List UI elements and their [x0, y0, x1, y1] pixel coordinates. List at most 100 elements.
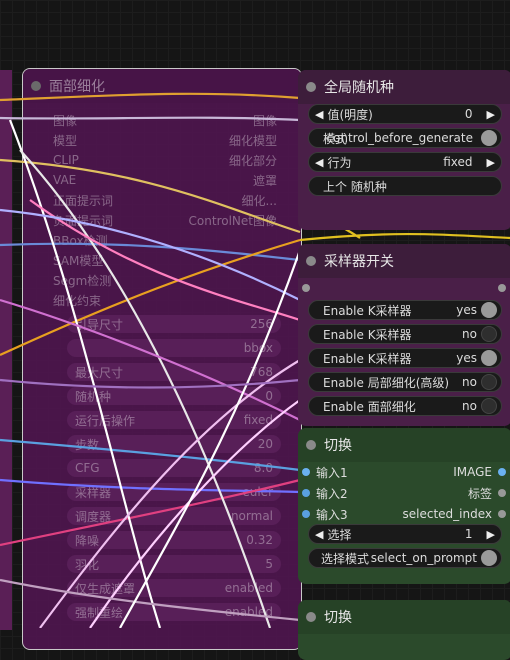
widget-label: CFG: [75, 461, 100, 475]
widget-value: euler: [242, 485, 273, 499]
select-widget[interactable]: ◀ 选择 1 ▶: [308, 524, 502, 544]
toggle-icon[interactable]: [481, 326, 497, 342]
toggle-icon[interactable]: [481, 550, 497, 566]
increment-arrow-icon[interactable]: ▶: [487, 108, 501, 121]
output-slot-icon[interactable]: [498, 510, 506, 518]
sampler-toggle-widget[interactable]: Enable K采样器 yes: [308, 300, 502, 320]
switch-slot-row: 输入3 selected_index: [298, 504, 510, 524]
face-detailer-widget[interactable]: 随机种 0: [67, 387, 281, 405]
face-detailer-widget[interactable]: 羽化 5: [67, 555, 281, 573]
toggle-icon[interactable]: [481, 398, 497, 414]
switch-2-title: 切换: [324, 610, 352, 626]
widget-value: enabled: [224, 605, 273, 619]
output-label: 细化模型: [228, 133, 277, 148]
face-detailer-input-row[interactable]: 模型 细化模型: [53, 131, 277, 149]
switch-node-2[interactable]: 切换: [298, 600, 510, 660]
sampler-switch-title-bar[interactable]: 采样器开关: [298, 244, 510, 278]
global-seed-node[interactable]: 全局随机种 ◀ 值(明度) 0 ▶ 模式 control_before_gene…: [298, 70, 510, 230]
sampler-toggle-widget[interactable]: Enable K采样器 yes: [308, 348, 502, 368]
seed-action-widget[interactable]: ◀ 行为 fixed ▶: [308, 152, 502, 172]
face-detailer-input-row[interactable]: VAE 遮罩: [53, 171, 277, 189]
input-label: 正面提示词: [53, 193, 114, 208]
select-mode-widget[interactable]: 选择模式 select_on_prompt: [308, 548, 502, 568]
face-detailer-widget[interactable]: 引导尺寸 256: [67, 315, 281, 333]
widget-label: 降噪: [75, 533, 100, 548]
face-detailer-widget[interactable]: 运行后操作 fixed: [67, 411, 281, 429]
input-label: 负面提示词: [53, 213, 114, 228]
switch-input-label: 输入2: [316, 486, 348, 501]
previous-seed-button[interactable]: 上个 随机种: [308, 176, 502, 196]
select-label: 选择: [327, 527, 352, 542]
collapse-dot-icon[interactable]: [31, 81, 41, 91]
widget-label: 运行后操作: [75, 413, 136, 428]
face-detailer-input-row[interactable]: 正面提示词 细化...: [53, 191, 277, 209]
global-seed-title: 全局随机种: [324, 80, 394, 96]
face-detailer-input-row[interactable]: Segm检测: [53, 271, 277, 289]
face-detailer-widget[interactable]: 降噪 0.32: [67, 531, 281, 549]
face-detailer-input-row[interactable]: 负面提示词 ControlNet图像: [53, 211, 277, 229]
face-detailer-widget[interactable]: 调度器 normal: [67, 507, 281, 525]
switch-output-label: 标签: [467, 486, 492, 501]
decrement-arrow-icon[interactable]: ◀: [309, 108, 323, 121]
toggle-label: Enable 面部细化: [323, 399, 416, 414]
input-slot-icon[interactable]: [302, 510, 310, 518]
switch-title-bar[interactable]: 切换: [298, 428, 510, 462]
input-slot-icon[interactable]: [302, 468, 310, 476]
output-label: 细化部分: [228, 153, 277, 168]
face-detailer-input-row[interactable]: 图像 图像: [53, 111, 277, 129]
seed-value-widget[interactable]: ◀ 值(明度) 0 ▶: [308, 104, 502, 124]
widget-label: 最大尺寸: [75, 365, 124, 380]
widget-value: 256: [250, 317, 273, 331]
widget-label: 随机种: [75, 389, 112, 404]
face-detailer-widget[interactable]: 强制重绘 enabled: [67, 603, 281, 621]
face-detailer-widget[interactable]: 步数 20: [67, 435, 281, 453]
face-detailer-input-row[interactable]: CLIP 细化部分: [53, 151, 277, 169]
toggle-icon[interactable]: [481, 374, 497, 390]
face-detailer-widget[interactable]: CFG 8.0: [67, 459, 281, 477]
toggle-icon[interactable]: [481, 350, 497, 366]
increment-arrow-icon[interactable]: ▶: [487, 528, 501, 541]
switch-output-label: IMAGE: [453, 465, 492, 479]
sampler-switch-node[interactable]: 采样器开关 Enable K采样器 yes Enable K采样器 no Enable …: [298, 244, 510, 426]
toggle-label: Enable K采样器: [323, 327, 412, 342]
input-slot-icon[interactable]: [302, 489, 310, 497]
seed-control-value: control_before_generate: [326, 131, 473, 145]
increment-arrow-icon[interactable]: ▶: [487, 156, 501, 169]
collapse-dot-icon[interactable]: [306, 82, 316, 92]
output-slot-icon[interactable]: [498, 489, 506, 497]
input-label: 图像: [53, 113, 78, 128]
collapse-dot-icon[interactable]: [306, 612, 316, 622]
switch-node[interactable]: 切换 输入1 IMAGE 输入2 标签 输入3 selected_index ◀ 选择 1…: [298, 428, 510, 584]
face-detailer-widget[interactable]: 采样器 euler: [67, 483, 281, 501]
collapse-dot-icon[interactable]: [306, 256, 316, 266]
collapse-dot-icon[interactable]: [306, 440, 316, 450]
output-label: 遮罩: [252, 173, 277, 188]
sampler-toggle-widget[interactable]: Enable 局部细化(高级) no: [308, 372, 502, 392]
seed-control-widget[interactable]: 模式 control_before_generate: [308, 128, 502, 148]
face-detailer-node[interactable]: 面部细化 图像 图像模型 细化模型 CLIP 细化部分 VAE 遮罩正面提示词 细化... 负面…: [22, 68, 302, 650]
face-detailer-input-row[interactable]: SAM模型: [53, 251, 277, 269]
output-slot-icon[interactable]: [498, 468, 506, 476]
input-slot-icon[interactable]: [302, 284, 310, 292]
widget-value: 0: [265, 389, 273, 403]
seed-action-label: 行为: [327, 155, 352, 170]
sampler-toggle-widget[interactable]: Enable K采样器 no: [308, 324, 502, 344]
face-detailer-widget[interactable]: bbox: [67, 339, 281, 357]
face-detailer-widget[interactable]: 最大尺寸 768: [67, 363, 281, 381]
face-detailer-input-row[interactable]: BBox检测: [53, 231, 277, 249]
toggle-icon[interactable]: [481, 130, 497, 146]
widget-value: bbox: [243, 341, 273, 355]
output-label: ControlNet图像: [188, 213, 277, 228]
switch-2-title-bar[interactable]: 切换: [298, 600, 510, 634]
global-seed-title-bar[interactable]: 全局随机种: [298, 70, 510, 104]
decrement-arrow-icon[interactable]: ◀: [309, 156, 323, 169]
toggle-icon[interactable]: [481, 302, 497, 318]
face-detailer-input-row[interactable]: 细化约束: [53, 291, 277, 309]
widget-value: enabled: [224, 581, 273, 595]
sampler-toggle-widget[interactable]: Enable 面部细化 no: [308, 396, 502, 416]
output-slot-icon[interactable]: [498, 284, 506, 292]
face-detailer-title-bar[interactable]: 面部细化: [23, 69, 301, 103]
decrement-arrow-icon[interactable]: ◀: [309, 528, 323, 541]
face-detailer-widget[interactable]: 仅生成遮罩 enabled: [67, 579, 281, 597]
left-edge-node[interactable]: [0, 70, 12, 630]
